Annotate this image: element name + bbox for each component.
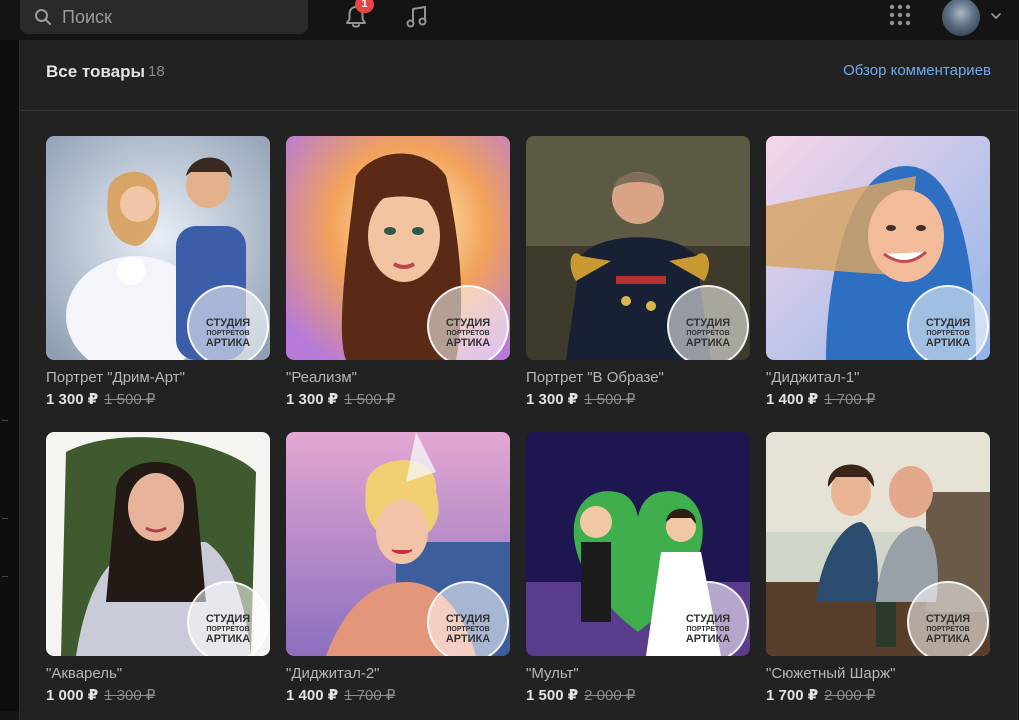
old-price: 1 700 ₽ [824, 391, 876, 408]
divider [2, 518, 8, 519]
product-count: 18 [148, 63, 165, 80]
chevron-down-icon[interactable] [990, 11, 1002, 21]
apps-grid-icon[interactable] [888, 3, 912, 27]
watermark-text: ПОРТРЕТОВ [926, 626, 969, 633]
watermark-text: ПОРТРЕТОВ [686, 330, 729, 337]
notification-badge: 1 [355, 0, 374, 13]
current-price: 1 000 ₽ [46, 687, 99, 704]
watermark-text: ПОРТРЕТОВ [686, 626, 729, 633]
user-avatar[interactable] [942, 0, 980, 36]
product-price: 1 300 ₽ 1 500 ₽ [46, 390, 155, 408]
product-image[interactable]: СТУДИЯ ПОРТРЕТОВ АРТИКА [526, 432, 750, 656]
old-price: 2 000 ₽ [824, 687, 876, 704]
watermark-text: ПОРТРЕТОВ [446, 626, 489, 633]
product-price: 1 000 ₽ 1 300 ₽ [46, 686, 155, 704]
current-price: 1 300 ₽ [526, 391, 579, 408]
product-price: 1 500 ₽ 2 000 ₽ [526, 686, 635, 704]
product-image[interactable]: СТУДИЯ ПОРТРЕТОВ АРТИКА [46, 432, 270, 656]
current-price: 1 500 ₽ [526, 687, 579, 704]
left-sidebar-strip [0, 40, 19, 711]
watermark-text: СТУДИЯ [926, 317, 970, 329]
product-image[interactable]: СТУДИЯ ПОРТРЕТОВ АРТИКА [766, 136, 990, 360]
product-image[interactable]: СТУДИЯ ПОРТРЕТОВ АРТИКА [286, 136, 510, 360]
top-bar: Поиск 1 [0, 0, 1019, 40]
studio-watermark: СТУДИЯПОРТРЕТОВАРТИКА [187, 285, 269, 360]
watermark-text: СТУДИЯ [206, 613, 250, 625]
watermark-text: СТУДИЯ [926, 613, 970, 625]
current-price: 1 400 ₽ [286, 687, 339, 704]
old-price: 1 500 ₽ [104, 391, 156, 408]
watermark-text: АРТИКА [686, 337, 730, 349]
watermark-text: АРТИКА [686, 633, 730, 645]
studio-watermark: СТУДИЯПОРТРЕТОВАРТИКА [907, 581, 989, 656]
watermark-text: СТУДИЯ [686, 613, 730, 625]
studio-watermark: СТУДИЯПОРТРЕТОВАРТИКА [427, 581, 509, 656]
old-price: 1 500 ₽ [344, 391, 396, 408]
product-price: 1 300 ₽ 1 500 ₽ [286, 390, 395, 408]
studio-watermark: СТУДИЯПОРТРЕТОВАРТИКА [907, 285, 989, 360]
watermark-text: СТУДИЯ [206, 317, 250, 329]
watermark-text: ПОРТРЕТОВ [926, 330, 969, 337]
product-price: 1 400 ₽ 1 700 ₽ [286, 686, 395, 704]
product-name[interactable]: Портрет "В Образе" [526, 369, 664, 386]
studio-watermark: СТУДИЯПОРТРЕТОВАРТИКА [667, 285, 749, 360]
product-image[interactable]: СТУДИЯ ПОРТРЕТОВ АРТИКА [526, 136, 750, 360]
product-name[interactable]: Портрет "Дрим-Арт" [46, 369, 185, 386]
section-title: Все товары [46, 62, 145, 81]
product-name[interactable]: "Акварель" [46, 665, 122, 682]
product-name[interactable]: "Сюжетный Шарж" [766, 665, 895, 682]
watermark-text: АРТИКА [926, 633, 970, 645]
search-field[interactable]: Поиск [20, 0, 308, 34]
old-price: 1 300 ₽ [104, 687, 156, 704]
watermark-text: ПОРТРЕТОВ [446, 330, 489, 337]
product-image[interactable]: СТУДИЯ ПОРТРЕТОВ АРТИКА [46, 136, 270, 360]
divider [2, 420, 8, 421]
studio-watermark: СТУДИЯПОРТРЕТОВАРТИКА [667, 581, 749, 656]
reviews-link[interactable]: Обзор комментариев [843, 62, 991, 79]
old-price: 2 000 ₽ [584, 687, 636, 704]
current-price: 1 300 ₽ [46, 391, 99, 408]
divider [2, 576, 8, 577]
old-price: 1 500 ₽ [584, 391, 636, 408]
current-price: 1 400 ₽ [766, 391, 819, 408]
watermark-text: АРТИКА [446, 337, 490, 349]
watermark-text: АРТИКА [206, 337, 250, 349]
product-price: 1 400 ₽ 1 700 ₽ [766, 390, 875, 408]
product-name[interactable]: "Диджитал-1" [766, 369, 860, 386]
watermark-text: СТУДИЯ [446, 317, 490, 329]
products-panel: Все товары 18 Обзор комментариев СТУДИЯ … [19, 40, 1018, 720]
music-icon[interactable] [404, 4, 430, 30]
product-image[interactable]: СТУДИЯ ПОРТРЕТОВ АРТИКА [766, 432, 990, 656]
watermark-text: АРТИКА [446, 633, 490, 645]
watermark-text: АРТИКА [926, 337, 970, 349]
watermark-text: АРТИКА [206, 633, 250, 645]
watermark-text: ПОРТРЕТОВ [206, 330, 249, 337]
studio-watermark: СТУДИЯПОРТРЕТОВАРТИКА [427, 285, 509, 360]
current-price: 1 700 ₽ [766, 687, 819, 704]
old-price: 1 700 ₽ [344, 687, 396, 704]
watermark-text: СТУДИЯ [446, 613, 490, 625]
search-placeholder: Поиск [62, 6, 112, 27]
product-price: 1 700 ₽ 2 000 ₽ [766, 686, 875, 704]
watermark-text: СТУДИЯ [686, 317, 730, 329]
product-image[interactable]: СТУДИЯ ПОРТРЕТОВ АРТИКА [286, 432, 510, 656]
current-price: 1 300 ₽ [286, 391, 339, 408]
product-name[interactable]: "Реализм" [286, 369, 357, 386]
product-name[interactable]: "Мульт" [526, 665, 579, 682]
search-icon [35, 9, 51, 25]
panel-header: Все товары 18 Обзор комментариев [20, 40, 1017, 111]
studio-watermark: СТУДИЯПОРТРЕТОВАРТИКА [187, 581, 269, 656]
product-price: 1 300 ₽ 1 500 ₽ [526, 390, 635, 408]
watermark-text: ПОРТРЕТОВ [206, 626, 249, 633]
product-name[interactable]: "Диджитал-2" [286, 665, 380, 682]
